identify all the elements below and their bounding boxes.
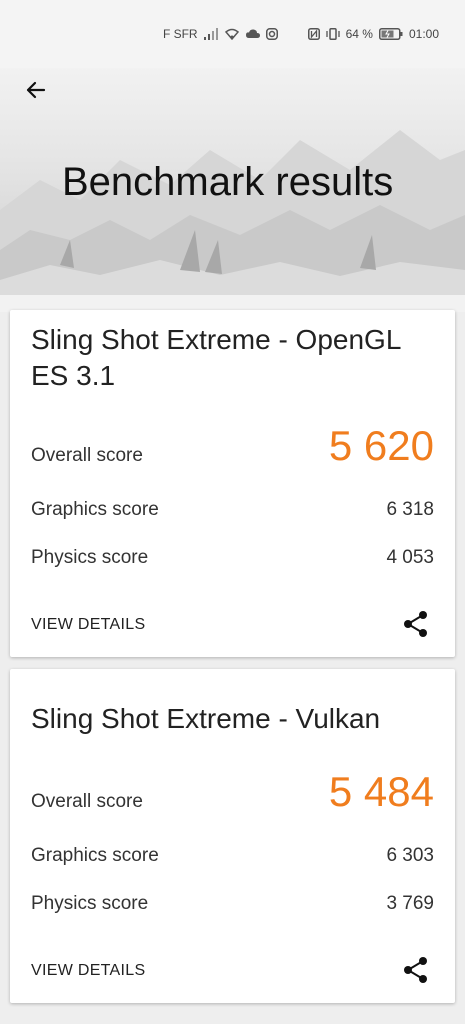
view-details-button[interactable]: VIEW DETAILS [31, 962, 145, 980]
physics-score-label: Physics score [31, 547, 149, 568]
share-icon [404, 611, 427, 637]
result-card: Sling Shot Extreme - Vulkan Overall scor… [10, 669, 455, 1003]
clock: 01:00 [408, 27, 439, 41]
physics-score-label: Physics score [31, 893, 149, 914]
back-button[interactable] [16, 70, 56, 110]
graphics-score-value: 6 303 [386, 845, 434, 866]
cloud-icon [245, 29, 260, 39]
result-card: Sling Shot Extreme - OpenGL ES 3.1 Overa… [10, 310, 455, 657]
nfc-icon [307, 28, 320, 40]
vibrate-icon [325, 28, 340, 40]
test-name: Sling Shot Extreme - Vulkan [31, 703, 381, 734]
graphics-score-label: Graphics score [31, 845, 159, 866]
instagram-icon [265, 28, 278, 40]
view-details-button[interactable]: VIEW DETAILS [31, 616, 145, 634]
physics-score-value: 4 053 [386, 547, 434, 568]
overall-score-label: Overall score [31, 445, 143, 466]
share-button[interactable] [401, 955, 431, 985]
overall-score-value: 5 484 [328, 768, 434, 815]
overall-score-label: Overall score [31, 791, 143, 812]
battery-percent: 64 % [345, 27, 373, 41]
carrier-label: F SFR [162, 27, 198, 41]
share-icon [404, 957, 427, 983]
wifi-icon [224, 28, 240, 40]
physics-score-value: 3 769 [386, 893, 434, 914]
status-bar: F SFR 64 % 01:00 [0, 0, 465, 68]
test-name: Sling Shot Extreme - OpenGL ES 3.1 [31, 324, 401, 391]
overall-score-value: 5 620 [328, 422, 434, 469]
signal-icon [203, 28, 218, 40]
graphics-score-value: 6 318 [386, 499, 434, 520]
share-button[interactable] [401, 609, 431, 639]
graphics-score-label: Graphics score [31, 499, 159, 520]
page-title: Benchmark results [62, 160, 394, 204]
battery-icon [378, 28, 403, 40]
arrow-left-icon [26, 81, 46, 99]
